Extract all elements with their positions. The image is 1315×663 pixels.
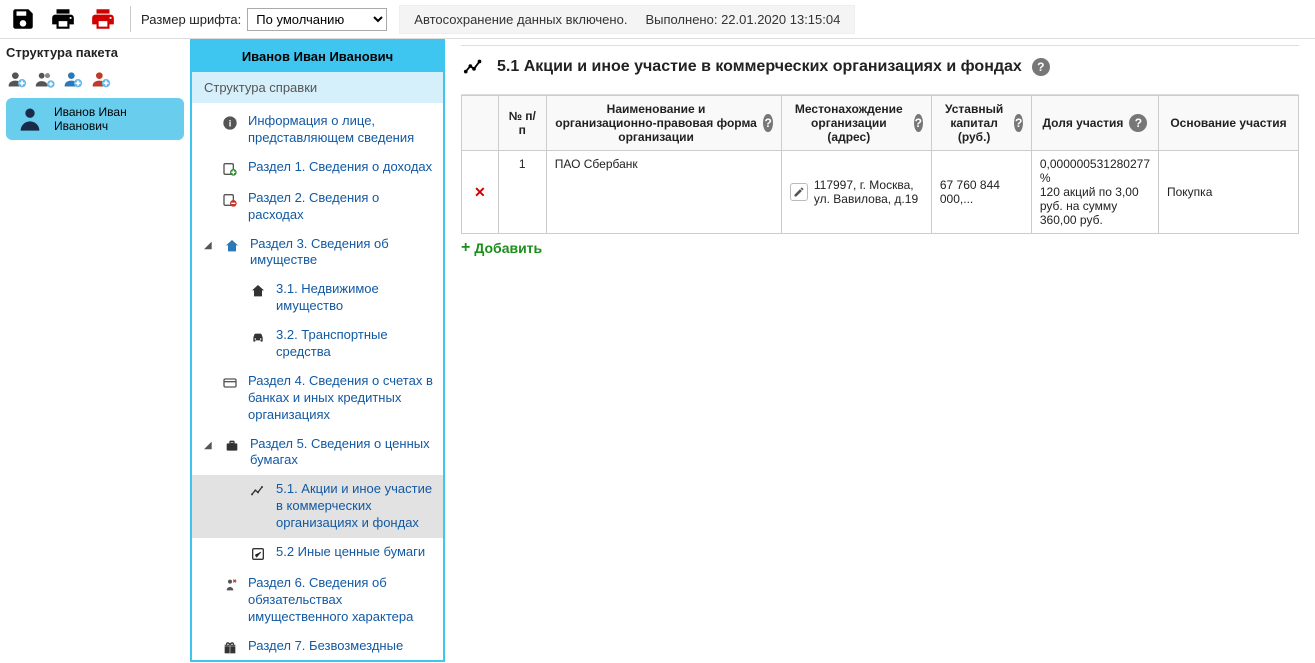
- font-size-select[interactable]: По умолчанию: [247, 8, 387, 31]
- cell-name[interactable]: ПАО Сбербанк: [546, 151, 781, 234]
- house-icon: [248, 282, 268, 300]
- delete-row-button[interactable]: ✕: [470, 184, 490, 200]
- section-title: 5.1 Акции и иное участие в коммерческих …: [497, 58, 1022, 76]
- content-title-row: 5.1 Акции и иное участие в коммерческих …: [461, 45, 1299, 95]
- cell-location[interactable]: 117997, г. Москва, ул. Вавилова, д.19: [781, 151, 931, 234]
- col-location: Местонахождение организации (адрес)?: [781, 96, 931, 151]
- add-person-icon[interactable]: [6, 68, 28, 90]
- reference-structure-panel: Иванов Иван Иванович Структура справки i…: [190, 39, 445, 662]
- floppy-disk-icon: [10, 6, 36, 32]
- person-card[interactable]: Иванов Иван Иванович: [6, 98, 184, 140]
- toolbar: Размер шрифта: По умолчанию Автосохранен…: [0, 0, 1315, 39]
- tree-item-section5[interactable]: ◢ Раздел 5. Сведения о ценных бумагах: [192, 430, 443, 476]
- info-icon: i: [220, 114, 240, 132]
- tree-item-section3-2[interactable]: 3.2. Транспортные средства: [192, 321, 443, 367]
- tree-item-info[interactable]: i Информация о лице, представляющем свед…: [192, 107, 443, 153]
- printer-icon: [50, 6, 76, 32]
- package-icons-row: [6, 68, 184, 90]
- tree-item-section4[interactable]: Раздел 4. Сведения о счетах в банках и и…: [192, 367, 443, 430]
- cell-num: 1: [498, 151, 546, 234]
- table-row: ✕ 1 ПАО Сбербанк 117997, г. Москва, ул. …: [462, 151, 1299, 234]
- status-area: Автосохранение данных включено. Выполнен…: [399, 5, 855, 34]
- col-delete: [462, 96, 499, 151]
- cell-share[interactable]: 0,000000531280277 % 120 акций по 3,00 ру…: [1031, 151, 1158, 234]
- font-size-label: Размер шрифта:: [141, 12, 241, 27]
- person-name: Иванов Иван Иванович: [54, 105, 174, 134]
- svg-text:i: i: [229, 118, 232, 128]
- col-name: Наименование и организационно-правовая ф…: [546, 96, 781, 151]
- tree-item-section7[interactable]: Раздел 7. Безвозмездные сделки: [192, 632, 443, 660]
- save-button[interactable]: [6, 4, 40, 34]
- cell-capital[interactable]: 67 760 844 000,...: [931, 151, 1031, 234]
- tree: i Информация о лице, представляющем свед…: [192, 103, 443, 660]
- help-icon[interactable]: ?: [914, 114, 923, 132]
- reference-subtitle: Структура справки: [192, 72, 443, 103]
- autosave-status: Автосохранение данных включено.: [414, 12, 627, 27]
- tree-item-section2[interactable]: Раздел 2. Сведения о расходах: [192, 184, 443, 230]
- tree-item-section3-1[interactable]: 3.1. Недвижимое имущество: [192, 275, 443, 321]
- tree-item-section1[interactable]: Раздел 1. Сведения о доходах: [192, 153, 443, 184]
- data-table: № п/п Наименование и организационно-прав…: [461, 95, 1299, 234]
- cell-basis[interactable]: Покупка: [1159, 151, 1299, 234]
- gift-icon: [220, 639, 240, 657]
- avatar-icon: [16, 104, 44, 134]
- caret-icon: ◢: [204, 239, 214, 252]
- print-button[interactable]: [46, 4, 80, 34]
- income-icon: [220, 160, 240, 178]
- property-icon: [222, 237, 242, 255]
- col-share: Доля участия?: [1031, 96, 1158, 151]
- col-basis: Основание участия: [1159, 96, 1299, 151]
- add-person-red-icon[interactable]: [90, 68, 112, 90]
- expense-icon: [220, 191, 240, 209]
- help-icon[interactable]: ?: [1129, 114, 1147, 132]
- add-row-button[interactable]: + Добавить: [461, 240, 542, 256]
- plus-icon: +: [461, 240, 470, 256]
- table-header-row: № п/п Наименование и организационно-прав…: [462, 96, 1299, 151]
- tree-item-section5-1[interactable]: 5.1. Акции и иное участие в коммерческих…: [192, 475, 443, 538]
- col-capital: Уставный капитал (руб.)?: [931, 96, 1031, 151]
- add-people-icon[interactable]: [34, 68, 56, 90]
- bank-icon: [220, 374, 240, 392]
- chart-icon: [248, 482, 268, 500]
- print-color-button[interactable]: [86, 4, 120, 34]
- section-icon: [461, 54, 487, 80]
- edit-address-button[interactable]: [790, 183, 808, 201]
- tree-item-section6[interactable]: Раздел 6. Сведения об обязательствах иму…: [192, 569, 443, 632]
- caret-icon: ◢: [204, 439, 214, 452]
- left-panel: Структура пакета Иванов Иван Иванович: [0, 39, 190, 662]
- obligations-icon: [220, 576, 240, 594]
- separator: [130, 6, 131, 32]
- tree-item-section3[interactable]: ◢ Раздел 3. Сведения об имуществе: [192, 230, 443, 276]
- reference-header: Иванов Иван Иванович: [192, 41, 443, 72]
- content-area: 5.1 Акции и иное участие в коммерческих …: [445, 39, 1315, 662]
- tree-item-section5-2[interactable]: 5.2 Иные ценные бумаги: [192, 538, 443, 569]
- col-num: № п/п: [498, 96, 546, 151]
- help-icon[interactable]: ?: [1032, 58, 1050, 76]
- securities-icon: [248, 545, 268, 563]
- briefcase-icon: [222, 437, 242, 455]
- help-icon[interactable]: ?: [1014, 114, 1023, 132]
- add-person-blue-icon[interactable]: [62, 68, 84, 90]
- car-icon: [248, 328, 268, 346]
- completed-timestamp: Выполнено: 22.01.2020 13:15:04: [645, 12, 840, 27]
- help-icon[interactable]: ?: [763, 114, 773, 132]
- package-structure-title: Структура пакета: [6, 45, 184, 60]
- printer-red-icon: [90, 6, 116, 32]
